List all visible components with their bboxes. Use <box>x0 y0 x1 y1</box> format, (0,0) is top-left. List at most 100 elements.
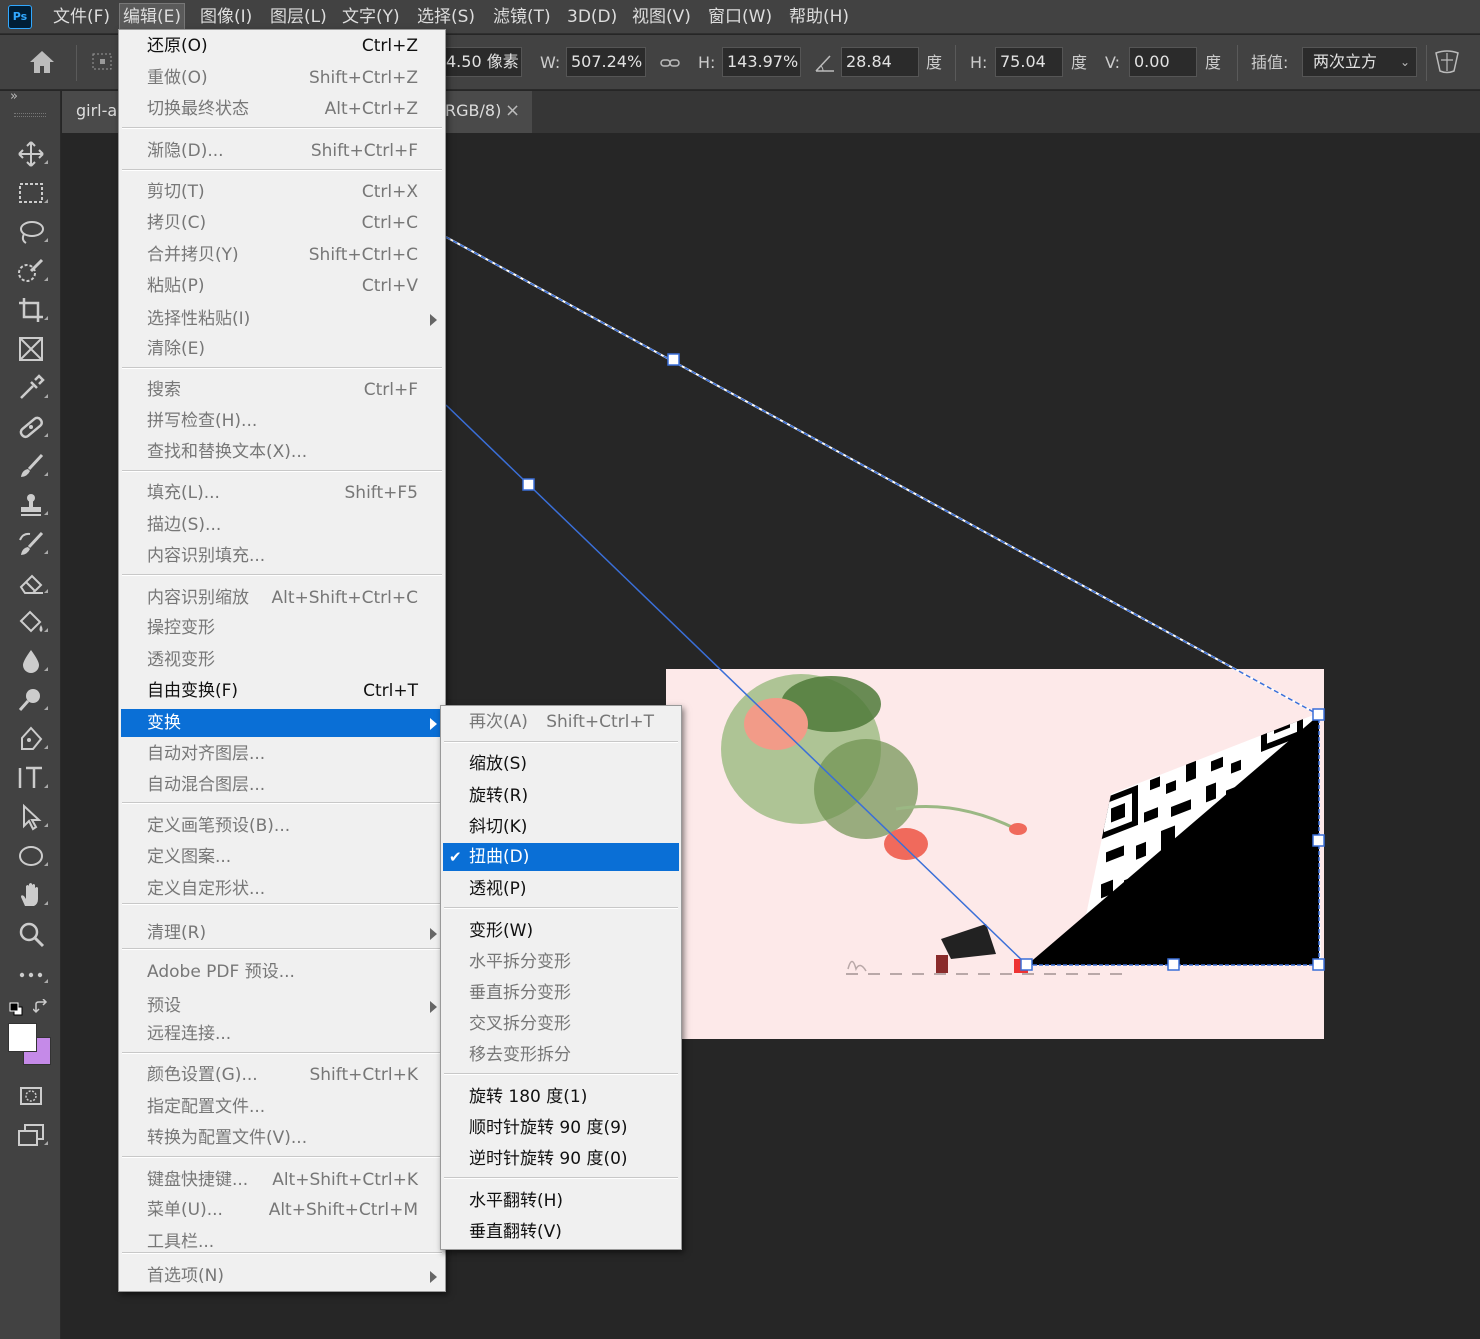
menu-item-edit-4[interactable]: 剪切(T) Ctrl+X <box>121 178 443 206</box>
menu-item-edit-24[interactable]: 定义图案... <box>121 843 443 871</box>
menu-item-transform-8[interactable]: 垂直拆分变形 <box>443 979 679 1007</box>
menu-item-edit-30[interactable]: 颜色设置(G)... Shift+Ctrl+K <box>121 1061 443 1089</box>
paint-bucket-tool-icon[interactable] <box>0 602 61 640</box>
link-icon[interactable] <box>659 54 681 72</box>
menu-item-edit-6[interactable]: 合并拷贝(Y) Shift+Ctrl+C <box>121 241 443 269</box>
menu-item-edit-15[interactable]: 内容识别填充... <box>121 542 443 570</box>
menu-item-transform-15[interactable]: 垂直翻转(V) <box>443 1218 679 1246</box>
quick-mask-icon[interactable] <box>0 1076 61 1114</box>
menu-item-edit-25[interactable]: 定义自定形状... <box>121 875 443 903</box>
collapse-panel-icon[interactable]: » <box>10 89 18 104</box>
quick-selection-tool-icon[interactable] <box>0 251 61 289</box>
menu-item-transform-12[interactable]: 顺时针旋转 90 度(9) <box>443 1114 679 1142</box>
menu-item-transform-0[interactable]: 再次(A) Shift+Ctrl+T <box>443 708 679 736</box>
menu-window[interactable]: 窗口(W) <box>708 0 772 34</box>
menu-3d[interactable]: 3D(D) <box>567 0 617 34</box>
menu-item-transform-4[interactable]: ✔ 扭曲(D) <box>443 843 679 871</box>
menu-item-transform-3[interactable]: 斜切(K) <box>443 813 679 841</box>
menu-item-transform-1[interactable]: 缩放(S) <box>443 750 679 778</box>
move-tool-icon[interactable] <box>0 134 61 172</box>
healing-brush-tool-icon[interactable] <box>0 407 61 445</box>
menu-item-edit-17[interactable]: 操控变形 <box>121 614 443 642</box>
hand-tool-icon[interactable] <box>0 875 61 913</box>
v-skew-input[interactable]: 0.00 <box>1129 47 1197 77</box>
history-brush-tool-icon[interactable] <box>0 524 61 562</box>
menu-item-edit-31[interactable]: 指定配置文件... <box>121 1093 443 1121</box>
menu-item-edit-16[interactable]: 内容识别缩放 Alt+Shift+Ctrl+C <box>121 584 443 612</box>
height-input[interactable]: 143.97% <box>722 47 801 77</box>
blur-tool-icon[interactable] <box>0 641 61 679</box>
reference-point-icon[interactable] <box>90 51 116 73</box>
more-tools-icon[interactable] <box>0 953 61 991</box>
default-colors-icon[interactable] <box>9 1001 23 1016</box>
foreground-color-swatch[interactable] <box>8 1023 37 1052</box>
menu-item-transform-9[interactable]: 交叉拆分变形 <box>443 1010 679 1038</box>
marquee-tool-icon[interactable] <box>0 173 61 211</box>
menu-item-edit-20[interactable]: 变换 <box>121 709 443 737</box>
menu-help[interactable]: 帮助(H) <box>789 0 849 34</box>
menu-item-transform-13[interactable]: 逆时针旋转 90 度(0) <box>443 1145 679 1173</box>
ellipse-tool-icon[interactable] <box>0 836 61 874</box>
menu-item-edit-1[interactable]: 重做(O) Shift+Ctrl+Z <box>121 64 443 92</box>
menu-item-edit-27[interactable]: Adobe PDF 预设... <box>121 958 443 986</box>
menu-item-transform-2[interactable]: 旋转(R) <box>443 782 679 810</box>
clone-stamp-tool-icon[interactable] <box>0 485 61 523</box>
zoom-tool-icon[interactable] <box>0 914 61 952</box>
menu-view[interactable]: 视图(V) <box>632 0 691 34</box>
menu-item-edit-2[interactable]: 切换最终状态 Alt+Ctrl+Z <box>121 95 443 123</box>
angle-input[interactable]: 28.84 <box>841 47 919 77</box>
pen-tool-icon[interactable] <box>0 719 61 757</box>
frame-tool-icon[interactable] <box>0 329 61 367</box>
menu-item-transform-10[interactable]: 移去变形拆分 <box>443 1041 679 1069</box>
menu-item-edit-18[interactable]: 透视变形 <box>121 646 443 674</box>
swap-colors-icon[interactable] <box>32 998 49 1015</box>
menu-edit[interactable]: 编辑(E) <box>119 3 186 31</box>
menu-item-edit-9[interactable]: 清除(E) <box>121 335 443 363</box>
menu-item-edit-26[interactable]: 清理(R) <box>121 919 443 947</box>
menu-item-edit-19[interactable]: 自由变换(F) Ctrl+T <box>121 677 443 705</box>
eyedropper-tool-icon[interactable] <box>0 368 61 406</box>
home-icon[interactable] <box>28 49 56 75</box>
menu-item-edit-33[interactable]: 键盘快捷键... Alt+Shift+Ctrl+K <box>121 1166 443 1194</box>
menu-item-edit-0[interactable]: 还原(O) Ctrl+Z <box>121 32 443 60</box>
menu-item-edit-29[interactable]: 远程连接... <box>121 1020 443 1048</box>
panel-grip[interactable] <box>14 113 46 117</box>
menu-item-edit-23[interactable]: 定义画笔预设(B)... <box>121 812 443 840</box>
lasso-tool-icon[interactable] <box>0 212 61 250</box>
menu-item-edit-28[interactable]: 预设 <box>121 992 443 1020</box>
menu-file[interactable]: 文件(F) <box>53 0 110 34</box>
menu-filter[interactable]: 滤镜(T) <box>493 0 551 34</box>
menu-item-edit-36[interactable]: 首选项(N) <box>121 1262 443 1290</box>
eraser-tool-icon[interactable] <box>0 563 61 601</box>
menu-item-transform-7[interactable]: 水平拆分变形 <box>443 948 679 976</box>
menu-item-edit-22[interactable]: 自动混合图层... <box>121 771 443 799</box>
menu-item-transform-14[interactable]: 水平翻转(H) <box>443 1187 679 1215</box>
h-skew-input[interactable]: 75.04 <box>995 47 1063 77</box>
menu-item-edit-8[interactable]: 选择性粘贴(I) <box>121 305 443 333</box>
menu-item-edit-13[interactable]: 填充(L)... Shift+F5 <box>121 479 443 507</box>
menu-item-edit-5[interactable]: 拷贝(C) Ctrl+C <box>121 209 443 237</box>
tab-close-icon[interactable]: × <box>505 91 520 131</box>
screen-mode-icon[interactable] <box>0 1115 61 1153</box>
menu-item-edit-14[interactable]: 描边(S)... <box>121 511 443 539</box>
dodge-tool-icon[interactable] <box>0 680 61 718</box>
width-input[interactable]: 507.24% <box>566 47 646 77</box>
path-selection-tool-icon[interactable] <box>0 797 61 835</box>
menu-item-edit-21[interactable]: 自动对齐图层... <box>121 740 443 768</box>
menu-item-edit-34[interactable]: 菜单(U)... Alt+Shift+Ctrl+M <box>121 1196 443 1224</box>
menu-item-edit-3[interactable]: 渐隐(D)... Shift+Ctrl+F <box>121 137 443 165</box>
menu-item-edit-10[interactable]: 搜索 Ctrl+F <box>121 376 443 404</box>
crop-tool-icon[interactable] <box>0 290 61 328</box>
warp-mode-icon[interactable] <box>1432 47 1462 77</box>
menu-item-transform-5[interactable]: 透视(P) <box>443 875 679 903</box>
interpolation-select[interactable]: 两次立方 ⌄ <box>1302 47 1417 77</box>
type-tool-icon[interactable] <box>0 758 61 796</box>
menu-item-edit-32[interactable]: 转换为配置文件(V)... <box>121 1124 443 1152</box>
brush-tool-icon[interactable] <box>0 446 61 484</box>
menu-item-edit-11[interactable]: 拼写检查(H)... <box>121 407 443 435</box>
x-position-input[interactable]: 4.50 像素 <box>442 47 522 77</box>
menu-item-transform-6[interactable]: 变形(W) <box>443 917 679 945</box>
menu-item-transform-11[interactable]: 旋转 180 度(1) <box>443 1083 679 1111</box>
menu-item-edit-12[interactable]: 查找和替换文本(X)... <box>121 438 443 466</box>
menu-item-edit-7[interactable]: 粘贴(P) Ctrl+V <box>121 272 443 300</box>
